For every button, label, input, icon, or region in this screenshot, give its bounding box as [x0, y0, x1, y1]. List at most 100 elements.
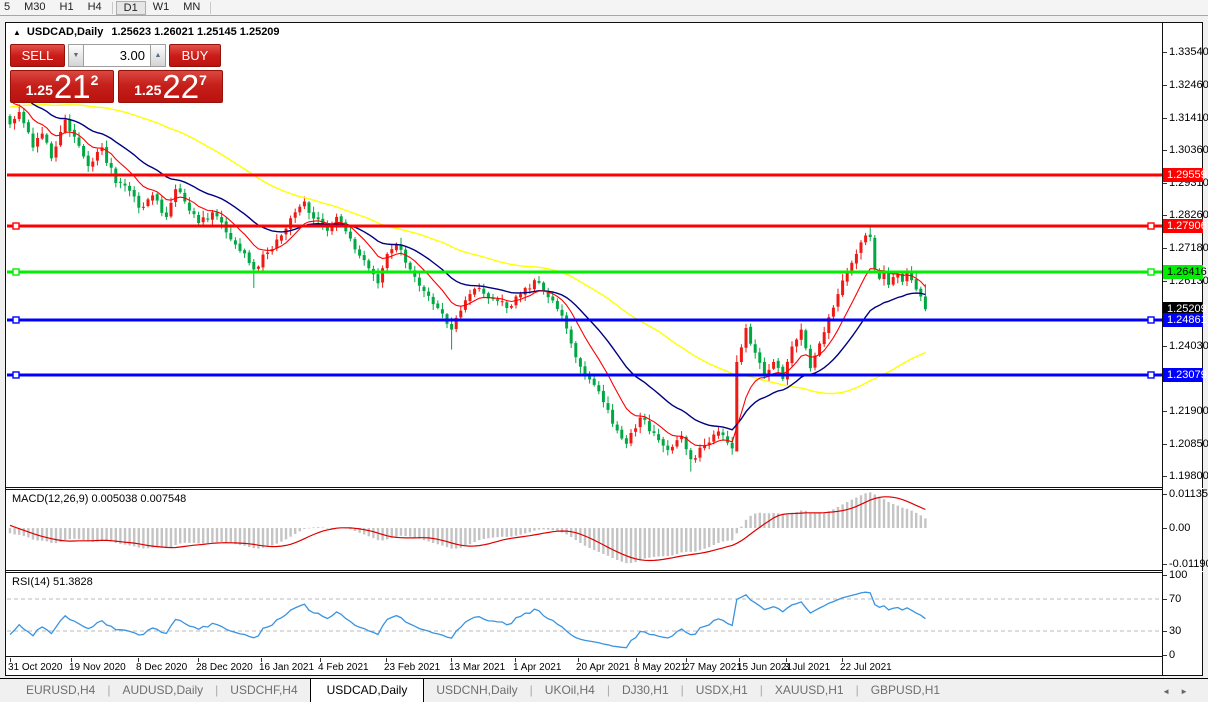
chart-tab-eurusd[interactable]: EURUSD,H4: [14, 679, 107, 702]
candle: [532, 278, 536, 292]
volume-input[interactable]: [84, 44, 150, 67]
macd-histogram-bar: [620, 528, 623, 562]
price-badge-1.24861: 1.24861: [1163, 312, 1207, 327]
timeframe-button-h1[interactable]: H1: [53, 1, 81, 14]
volume-decrease-button[interactable]: ▼: [68, 44, 84, 67]
macd-histogram-bar: [41, 528, 44, 541]
date-label: 23 Feb 2021: [384, 662, 441, 673]
price-axis-tick: 1.21900: [1169, 405, 1208, 418]
sell-button[interactable]: SELL: [10, 44, 65, 67]
candle: [537, 276, 541, 285]
rsi-indicator-pane[interactable]: [6, 573, 1162, 657]
chart-tab-usdchf[interactable]: USDCHF,H4: [218, 679, 309, 702]
date-axis[interactable]: 31 Oct 2020 19 Nov 2020 8 Dec 2020 28 Dec 2…: [6, 658, 1162, 675]
macd-histogram-bar: [298, 528, 301, 532]
chart-tab-usdcnh[interactable]: USDCNH,Daily: [424, 679, 529, 702]
line-drag-handle[interactable]: [1147, 268, 1155, 276]
line-drag-handle[interactable]: [12, 222, 20, 230]
macd-histogram-bar: [82, 528, 85, 541]
macd-histogram-bar: [473, 528, 476, 543]
chart-tab-usdcad[interactable]: USDCAD,Daily: [309, 678, 425, 703]
candle: [749, 323, 753, 346]
chart-tab-dj30[interactable]: DJ30,H1: [610, 679, 681, 702]
pane-separator-macd[interactable]: [6, 487, 1203, 490]
candle: [91, 157, 95, 172]
candle: [652, 424, 656, 437]
line-drag-handle[interactable]: [12, 316, 20, 324]
candle: [473, 287, 477, 298]
timeframe-button-m30[interactable]: M30: [17, 1, 52, 14]
macd-histogram-bar: [740, 526, 743, 528]
timeframe-button-5[interactable]: 5: [0, 1, 17, 14]
candle: [560, 304, 564, 320]
candle: [721, 428, 725, 442]
timeframe-button-d1[interactable]: D1: [115, 0, 146, 15]
chart-tab-ukoil[interactable]: UKOil,H4: [533, 679, 607, 702]
chart-tab-audusd[interactable]: AUDUSD,Daily: [110, 679, 215, 702]
candle: [54, 141, 58, 162]
line-drag-handle[interactable]: [1147, 222, 1155, 230]
buy-button[interactable]: BUY: [169, 44, 221, 67]
candle: [620, 425, 624, 441]
macd-histogram-bar: [795, 512, 798, 528]
candle: [353, 236, 357, 254]
macd-histogram-bar: [45, 528, 48, 542]
line-drag-handle[interactable]: [1147, 371, 1155, 379]
line-drag-handle[interactable]: [12, 371, 20, 379]
macd-histogram-bar: [13, 528, 16, 535]
volume-increase-button[interactable]: ▲: [150, 44, 166, 67]
candle: [647, 414, 651, 435]
macd-histogram-bar: [657, 528, 660, 557]
candle: [477, 283, 481, 292]
candle: [224, 217, 228, 239]
macd-histogram-bar: [625, 528, 628, 564]
macd-histogram-bar: [882, 499, 886, 528]
axis-tick-mark: [1163, 528, 1167, 529]
timeframe-button-h4[interactable]: H4: [81, 1, 109, 14]
macd-histogram-bar: [712, 528, 715, 546]
tab-scroll-right-icon[interactable]: ►: [1180, 687, 1198, 696]
macd-histogram-bar: [855, 497, 858, 528]
pane-separator-rsi[interactable]: [6, 570, 1203, 573]
price-axis[interactable]: 1.33540 1.32460 1.31410 1.30360 1.29310 1.282…: [1162, 23, 1208, 675]
chart-tab-usdx[interactable]: USDX,H1: [684, 679, 760, 702]
candle: [767, 364, 771, 383]
collapse-icon[interactable]: ▲: [13, 28, 21, 37]
candle: [716, 427, 720, 439]
macd-histogram-bar: [326, 528, 329, 529]
candle: [266, 247, 270, 260]
price-axis-tick: 1.32460: [1169, 79, 1208, 92]
macd-histogram-bar: [717, 528, 720, 543]
candle: [155, 192, 159, 205]
candle: [634, 424, 638, 437]
macd-histogram-bar: [859, 495, 863, 528]
macd-histogram-bar: [91, 528, 94, 542]
macd-histogram-bar: [225, 528, 228, 543]
line-drag-handle[interactable]: [1147, 316, 1155, 324]
macd-histogram-bar: [169, 528, 173, 548]
chart-header: ▲ USDCAD,Daily 1.25623 1.26021 1.25145 1.2…: [13, 26, 280, 38]
chart-tab-gbpusd[interactable]: GBPUSD,H1: [859, 679, 952, 702]
candle: [229, 226, 233, 242]
trading-terminal: 5 M30 H1 H4 D1 W1 MN 1.33540 1.32460 1.31410 1.30…: [0, 0, 1208, 707]
candle: [243, 248, 247, 259]
timeframe-button-w1[interactable]: W1: [146, 1, 177, 14]
macd-histogram-bar: [496, 528, 499, 538]
macd-histogram-bar: [436, 528, 439, 545]
candle: [657, 428, 661, 443]
timeframe-button-mn[interactable]: MN: [176, 1, 207, 14]
macd-histogram-bar: [68, 528, 71, 540]
tab-scroll-left-icon[interactable]: ◄: [1162, 687, 1180, 696]
candle: [118, 177, 122, 189]
sell-price-button[interactable]: 1.25 21 2: [10, 70, 114, 103]
candle: [385, 252, 389, 274]
line-drag-handle[interactable]: [12, 268, 20, 276]
chart-tab-bar: EURUSD,H4 | AUDUSD,Daily | USDCHF,H4 USDCAD,D…: [0, 678, 1208, 703]
candle: [298, 204, 302, 216]
chart-tab-xauusd[interactable]: XAUUSD,H1: [763, 679, 856, 702]
candle: [141, 202, 145, 211]
macd-histogram-bar: [869, 492, 872, 528]
candle: [601, 384, 605, 408]
buy-price-button[interactable]: 1.25 22 7: [118, 70, 223, 103]
macd-histogram-bar: [482, 528, 485, 539]
